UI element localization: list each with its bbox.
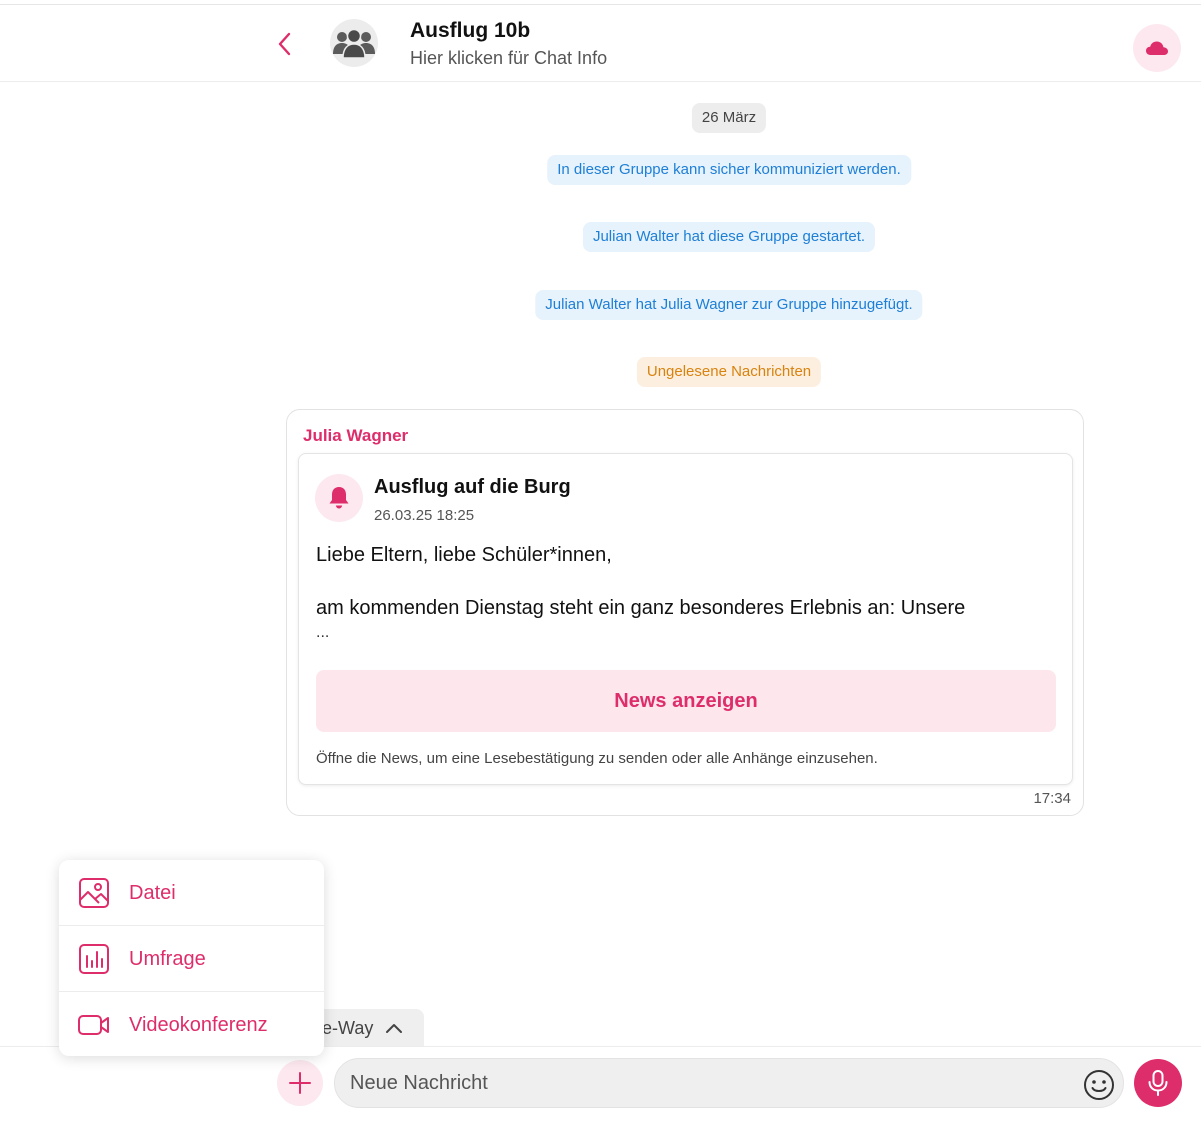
menu-item-poll[interactable]: Umfrage (59, 926, 324, 992)
group-avatar[interactable] (330, 19, 378, 67)
voice-message-button[interactable] (1134, 1059, 1182, 1107)
news-title: Ausflug auf die Burg (374, 476, 571, 498)
message-input[interactable] (334, 1058, 1124, 1108)
show-news-button[interactable]: News anzeigen (316, 670, 1056, 732)
news-ellipsis: ... (316, 624, 330, 641)
news-body-line: am kommenden Dienstag steht ein ganz bes… (316, 597, 966, 619)
news-badge (315, 474, 363, 522)
back-button[interactable] (270, 27, 300, 61)
cloud-icon (1146, 41, 1168, 55)
chat-info-link[interactable]: Hier klicken für Chat Info (410, 48, 607, 69)
attach-menu: Datei Umfrage Videokonferenz (59, 860, 324, 1056)
emoji-button[interactable] (1083, 1069, 1115, 1101)
system-message: In dieser Gruppe kann sicher kommunizier… (547, 155, 911, 185)
news-body-line: Liebe Eltern, liebe Schüler*innen, (316, 544, 612, 566)
chat-page: Ausflug 10b Hier klicken für Chat Info 2… (0, 0, 1201, 1137)
unread-separator: Ungelesene Nachrichten (636, 357, 822, 387)
date-separator: 26 März (691, 103, 767, 133)
news-card[interactable]: Ausflug auf die Burg 26.03.25 18:25 Lieb… (298, 453, 1073, 785)
image-icon (77, 876, 111, 910)
plus-icon (289, 1072, 311, 1094)
bell-icon (329, 487, 349, 509)
menu-item-video-conference[interactable]: Videokonferenz (59, 992, 324, 1058)
attach-button[interactable] (277, 1060, 323, 1106)
group-icon (333, 28, 375, 58)
menu-item-label: Videokonferenz (129, 1013, 268, 1036)
menu-item-label: Datei (129, 881, 176, 904)
message-time: 17:34 (1033, 790, 1071, 807)
message-bubble: Julia Wagner Ausflug auf die Burg 26.03.… (286, 409, 1084, 816)
system-message: Julian Walter hat diese Gruppe gestartet… (582, 222, 876, 252)
chat-title[interactable]: Ausflug 10b (410, 19, 530, 43)
poll-icon (77, 942, 111, 976)
cloud-button[interactable] (1133, 24, 1181, 72)
smiley-icon (1084, 1070, 1114, 1100)
message-composer (0, 1046, 1201, 1137)
system-message: Julian Walter hat Julia Wagner zur Grupp… (535, 290, 923, 320)
video-icon (77, 1008, 111, 1042)
message-sender[interactable]: Julia Wagner (303, 426, 408, 446)
menu-item-file[interactable]: Datei (59, 860, 324, 926)
news-hint: Öffne die News, um eine Lesebestätigung … (316, 750, 878, 767)
menu-item-label: Umfrage (129, 947, 206, 970)
chat-header[interactable]: Ausflug 10b Hier klicken für Chat Info (0, 4, 1201, 82)
microphone-icon (1148, 1070, 1168, 1096)
news-date: 26.03.25 18:25 (374, 507, 475, 524)
chevron-left-icon (278, 32, 291, 56)
chevron-up-icon (386, 1024, 403, 1033)
